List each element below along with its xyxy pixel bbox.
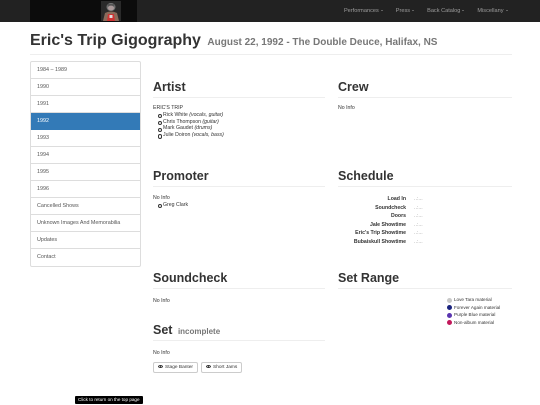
promoter-text: No Info (153, 195, 170, 201)
sidebar-item-1993[interactable]: 1993 (31, 130, 140, 147)
legend-item: Non-album material (447, 320, 504, 326)
nav-performances[interactable]: Performances (337, 0, 389, 22)
caret-down-icon (462, 10, 465, 11)
artist-band-name: ERIC'S TRIP (153, 105, 184, 111)
sidebar-item-1984-1989[interactable]: 1984 – 1989 (31, 62, 140, 79)
schedule-row: Load In..:... (387, 196, 423, 202)
top-navbar: Performances Press Back Catalog Miscella… (0, 0, 540, 22)
legend-swatch (447, 312, 452, 318)
set-button-row: Stage Banter Short Jams (153, 362, 245, 373)
navbar-brand[interactable] (30, 0, 137, 22)
page-title-text: Eric's Trip Gigography (30, 32, 201, 49)
sidebar-item-1991[interactable]: 1991 (31, 96, 140, 113)
navbar-menu: Performances Press Back Catalog Miscella… (337, 0, 514, 22)
sidebar-item-1996[interactable]: 1996 (31, 181, 140, 198)
soundcheck-divider (153, 288, 325, 289)
back-to-top-tooltip[interactable]: Click to return on the top page (75, 396, 143, 404)
list-item: Julie Doiron (vocals, bass) (158, 132, 224, 139)
promoter-list: Greg Clark (157, 201, 189, 209)
artist-divider (153, 97, 325, 98)
set-heading-text: Set (153, 323, 173, 337)
sidebar-item-1995[interactable]: 1995 (31, 164, 140, 181)
artist-heading: Artist (153, 80, 186, 94)
soundcheck-text: No Info (153, 298, 170, 304)
legend-item: Love Tara material (447, 297, 504, 303)
sidebar-item-updates[interactable]: Updates (31, 232, 140, 249)
schedule-divider (338, 186, 512, 187)
list-item: Greg Clark (157, 201, 189, 209)
promoter-heading: Promoter (153, 169, 209, 183)
crew-divider (338, 97, 512, 98)
schedule-heading: Schedule (338, 169, 394, 183)
list-item: Rick White (vocals, guitar) (158, 111, 224, 119)
list-item: Chris Thompson (guitar) (158, 119, 224, 126)
page-title: Eric's Trip Gigography August 22, 1992 -… (30, 31, 512, 53)
page-subtitle: August 22, 1992 - The Double Deuce, Hali… (207, 37, 438, 48)
schedule-row: Doors..:... (391, 213, 423, 219)
nav-miscellany[interactable]: Miscellany (471, 0, 514, 22)
caret-down-icon (380, 10, 383, 11)
artist-member-list: Rick White (vocals, guitar) Chris Thomps… (158, 111, 224, 139)
sidebar-item-cancelled-shows[interactable]: Cancelled Shows (31, 198, 140, 215)
year-sidebar: 1984 – 1989 1990 1991 1992 1993 1994 199… (30, 61, 141, 267)
crew-heading: Crew (338, 80, 369, 94)
soundcheck-heading: Soundcheck (153, 271, 228, 285)
sidebar-item-unknown-images[interactable]: Unknown Images And Memorabilia (31, 215, 140, 232)
set-range-heading: Set Range (338, 271, 400, 285)
schedule-row: Soundcheck..:... (375, 204, 423, 211)
set-heading: Set incomplete (153, 323, 220, 339)
legend-swatch (447, 297, 452, 303)
set-range-divider (338, 288, 512, 289)
schedule-row: Jale Showtime..:... (369, 221, 423, 228)
set-status: incomplete (177, 327, 221, 336)
schedule-row: Eric's Trip Showtime..:... (355, 230, 423, 236)
page-header: Eric's Trip Gigography August 22, 1992 -… (30, 31, 512, 55)
eye-icon (206, 365, 212, 369)
nav-back-catalog[interactable]: Back Catalog (421, 0, 471, 22)
schedule-row: Bubaiskull Showtime..:... (353, 238, 423, 245)
legend-swatch (447, 305, 452, 311)
promoter-section: No Info Greg Clark (153, 195, 188, 209)
set-range-legend: Love Tara material Forever Again materia… (447, 297, 504, 327)
legend-item: Forever Again material (447, 305, 504, 311)
short-jams-button[interactable]: Short Jams (201, 362, 243, 373)
caret-down-icon (505, 10, 508, 11)
band-photo-logo-icon[interactable] (101, 1, 121, 21)
set-divider (153, 340, 325, 341)
legend-item: Purple Blue material (447, 312, 504, 318)
sidebar-item-1992[interactable]: 1992 (31, 113, 140, 130)
schedule-table: Load In..:... Soundcheck..:... Doors..:.… (338, 195, 423, 246)
list-item: Mark Gaudet (drums) (158, 125, 224, 132)
sidebar-item-1990[interactable]: 1990 (31, 79, 140, 96)
sidebar-item-contact[interactable]: Contact (31, 249, 140, 266)
set-text: No Info (153, 350, 170, 356)
legend-swatch (447, 320, 452, 326)
sidebar-item-1994[interactable]: 1994 (31, 147, 140, 164)
promoter-divider (153, 186, 325, 187)
crew-text: No Info (338, 105, 355, 111)
caret-down-icon (412, 10, 415, 11)
artist-section: ERIC'S TRIP Rick White (vocals, guitar) … (153, 105, 224, 139)
stage-banter-button[interactable]: Stage Banter (153, 362, 199, 373)
eye-icon (158, 365, 163, 369)
nav-press[interactable]: Press (389, 0, 420, 22)
